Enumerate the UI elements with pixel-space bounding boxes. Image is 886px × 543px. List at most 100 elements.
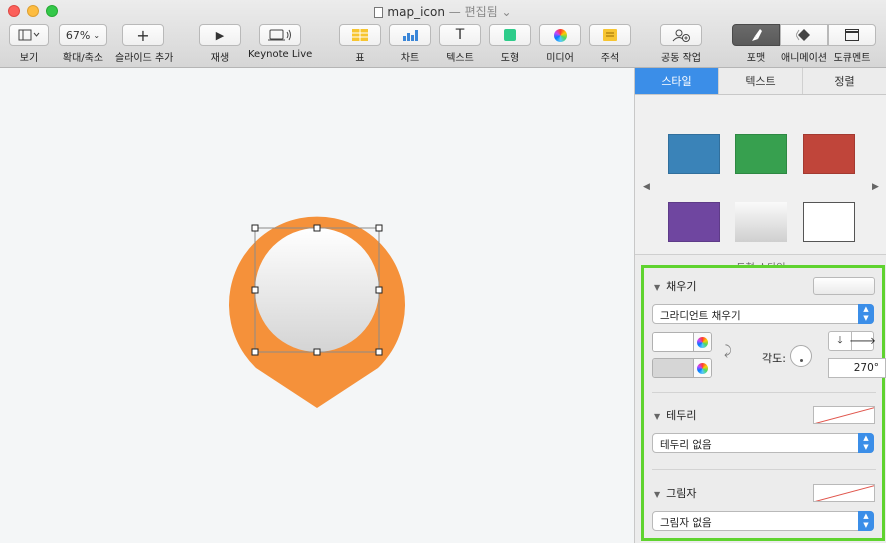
shadow-section-header[interactable]: ▼ 그림자 xyxy=(654,485,697,501)
toolbar-zoom[interactable]: 67% ⌄ 확대/축소 xyxy=(58,24,108,64)
toolbar-chart[interactable]: 차트 xyxy=(389,24,431,64)
fill-title: 채우기 xyxy=(666,280,697,293)
previous-styles-arrow-icon[interactable]: ◀ xyxy=(643,182,650,192)
fill-type-select[interactable]: 그라디언트 채우기 ▲ ▼ xyxy=(652,304,874,324)
table-label: 표 xyxy=(355,53,365,64)
toolbar-keynote-live[interactable]: Keynote Live xyxy=(248,24,312,60)
shape-style-swatch-green[interactable] xyxy=(735,134,787,174)
toolbar-table[interactable]: 표 xyxy=(339,24,381,64)
gradient-color-1-swatch[interactable] xyxy=(653,333,693,351)
gradient-color-2-swatch[interactable] xyxy=(653,359,693,377)
toolbar-shape[interactable]: 도형 xyxy=(489,24,531,64)
chart-button[interactable] xyxy=(389,24,431,46)
fill-border-shadow-panel: ▼ 채우기 그라디언트 채우기 ▲ ▼ ⤸ 각도: 🡓 🡒 270° ▼ 테두리 테두… xyxy=(641,265,886,541)
window-edited-status[interactable]: — 편집됨 ⌄ xyxy=(449,5,512,19)
chart-label: 차트 xyxy=(400,53,420,64)
select-arrows-icon: ▲ ▼ xyxy=(858,304,874,324)
resize-handle-top-right[interactable] xyxy=(375,224,383,232)
add-slide-button[interactable]: + xyxy=(122,24,164,46)
table-button[interactable] xyxy=(339,24,381,46)
comment-label: 주석 xyxy=(600,53,620,64)
angle-dial[interactable] xyxy=(790,345,812,367)
angle-value-field[interactable]: 270° xyxy=(828,358,886,378)
tab-arrange[interactable]: 정렬 xyxy=(803,68,886,94)
animate-button[interactable] xyxy=(780,24,828,46)
view-button[interactable] xyxy=(9,24,49,46)
shape-style-swatch-purple[interactable] xyxy=(668,202,720,242)
angle-label: 각도: xyxy=(762,352,786,365)
document-panel-icon xyxy=(845,29,859,41)
format-inspector: 스타일 텍스트 정렬 ◀ ▶ 도형 스타일 ● ● ▼ 채우기 그라디언트 채우기… xyxy=(634,68,886,543)
fill-section-header[interactable]: ▼ 채우기 xyxy=(654,278,697,294)
zoom-dropdown[interactable]: 67% ⌄ xyxy=(59,24,107,46)
resize-handle-top-left[interactable] xyxy=(251,224,259,232)
format-button[interactable] xyxy=(732,24,780,46)
shape-style-swatch-blue[interactable] xyxy=(668,134,720,174)
media-button[interactable] xyxy=(539,24,581,46)
text-label: 텍스트 xyxy=(446,53,474,64)
shape-icon xyxy=(504,29,516,41)
paintbrush-icon xyxy=(752,29,762,41)
toolbar-format[interactable]: 포맷 xyxy=(732,24,780,64)
color-wheel-button[interactable] xyxy=(693,333,711,351)
gradient-color-2-well[interactable] xyxy=(652,358,712,378)
border-type-select[interactable]: 테두리 없음 ▲ ▼ xyxy=(652,433,874,453)
slide-canvas[interactable] xyxy=(0,68,634,543)
section-divider xyxy=(652,392,876,393)
resize-handle-top[interactable] xyxy=(313,224,321,232)
tab-style[interactable]: 스타일 xyxy=(635,68,719,94)
tab-text[interactable]: 텍스트 xyxy=(719,68,803,94)
shape-style-swatch-outline[interactable] xyxy=(803,202,855,242)
toolbar-text[interactable]: T 텍스트 xyxy=(439,24,481,64)
fill-preview-well[interactable] xyxy=(813,277,875,295)
play-icon: ▶ xyxy=(215,28,225,42)
gradient-direction-buttons: 🡓 🡒 xyxy=(828,331,876,351)
arrow-right-icon[interactable]: 🡒 xyxy=(849,332,876,350)
document-button[interactable] xyxy=(828,24,876,46)
comment-button[interactable] xyxy=(589,24,631,46)
gradient-color-1-well[interactable] xyxy=(652,332,712,352)
toolbar-animate[interactable]: 애니메이션 xyxy=(780,24,828,64)
toolbar-document[interactable]: 도큐멘트 xyxy=(828,24,876,64)
shape-button[interactable] xyxy=(489,24,531,46)
border-section-header[interactable]: ▼ 테두리 xyxy=(654,407,697,423)
resize-handle-bottom[interactable] xyxy=(313,348,321,356)
toolbar-media[interactable]: 미디어 xyxy=(539,24,581,64)
toolbar-add-slide[interactable]: + 슬라이드 추가 xyxy=(115,24,173,64)
collaborate-icon xyxy=(672,29,690,42)
disclosure-triangle-icon: ▼ xyxy=(654,490,661,499)
shadow-title: 그림자 xyxy=(666,487,697,500)
chevron-down-icon: ⌄ xyxy=(93,30,101,40)
play-button[interactable]: ▶ xyxy=(199,24,241,46)
toolbar-play[interactable]: ▶ 재생 xyxy=(199,24,241,64)
title-bar: map_icon — 편집됨 ⌄ 보기 67% ⌄ 확대/축소 + 슬라이드 추가… xyxy=(0,0,886,68)
shadow-type-select[interactable]: 그림자 없음 ▲ ▼ xyxy=(652,511,874,531)
keynote-live-label: Keynote Live xyxy=(248,49,313,60)
swap-colors-icon[interactable]: ⤸ xyxy=(724,344,732,359)
shadow-preview-well[interactable] xyxy=(813,484,875,502)
color-wheel-button[interactable] xyxy=(693,359,711,377)
shape-style-swatch-gradient[interactable] xyxy=(735,202,787,242)
document-label: 도큐멘트 xyxy=(833,53,871,64)
text-button[interactable]: T xyxy=(439,24,481,46)
next-styles-arrow-icon[interactable]: ▶ xyxy=(872,182,879,192)
resize-handle-right[interactable] xyxy=(375,286,383,294)
window-filename: map_icon xyxy=(387,5,445,19)
collaborate-button[interactable] xyxy=(660,24,702,46)
border-title: 테두리 xyxy=(666,409,697,422)
shape-styles-gallery: ◀ ▶ 도형 스타일 ● ● xyxy=(635,95,886,282)
resize-handle-bottom-left[interactable] xyxy=(251,348,259,356)
border-preview-well[interactable] xyxy=(813,406,875,424)
toolbar-view[interactable]: 보기 xyxy=(8,24,50,64)
document-icon xyxy=(374,7,384,18)
toolbar-comment[interactable]: 주석 xyxy=(589,24,631,64)
toolbar-collaborate[interactable]: 공동 작업 xyxy=(653,24,709,64)
resize-handle-bottom-right[interactable] xyxy=(375,348,383,356)
arrow-down-icon[interactable]: 🡓 xyxy=(829,332,851,350)
gradient-circle-shape[interactable] xyxy=(255,228,379,352)
fill-type-value: 그라디언트 채우기 xyxy=(660,310,741,322)
resize-handle-left[interactable] xyxy=(251,286,259,294)
shape-style-swatch-red[interactable] xyxy=(803,134,855,174)
keynote-live-button[interactable] xyxy=(259,24,301,46)
section-divider xyxy=(652,469,876,470)
